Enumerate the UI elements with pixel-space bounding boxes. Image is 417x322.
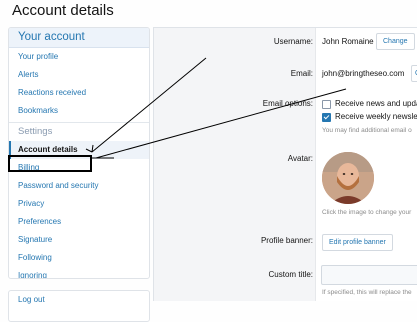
arrowhead-icon [85, 144, 94, 153]
arrow-line-2 [95, 88, 347, 159]
arrow-line-1 [91, 57, 207, 153]
annotation-arrows [85, 57, 347, 159]
